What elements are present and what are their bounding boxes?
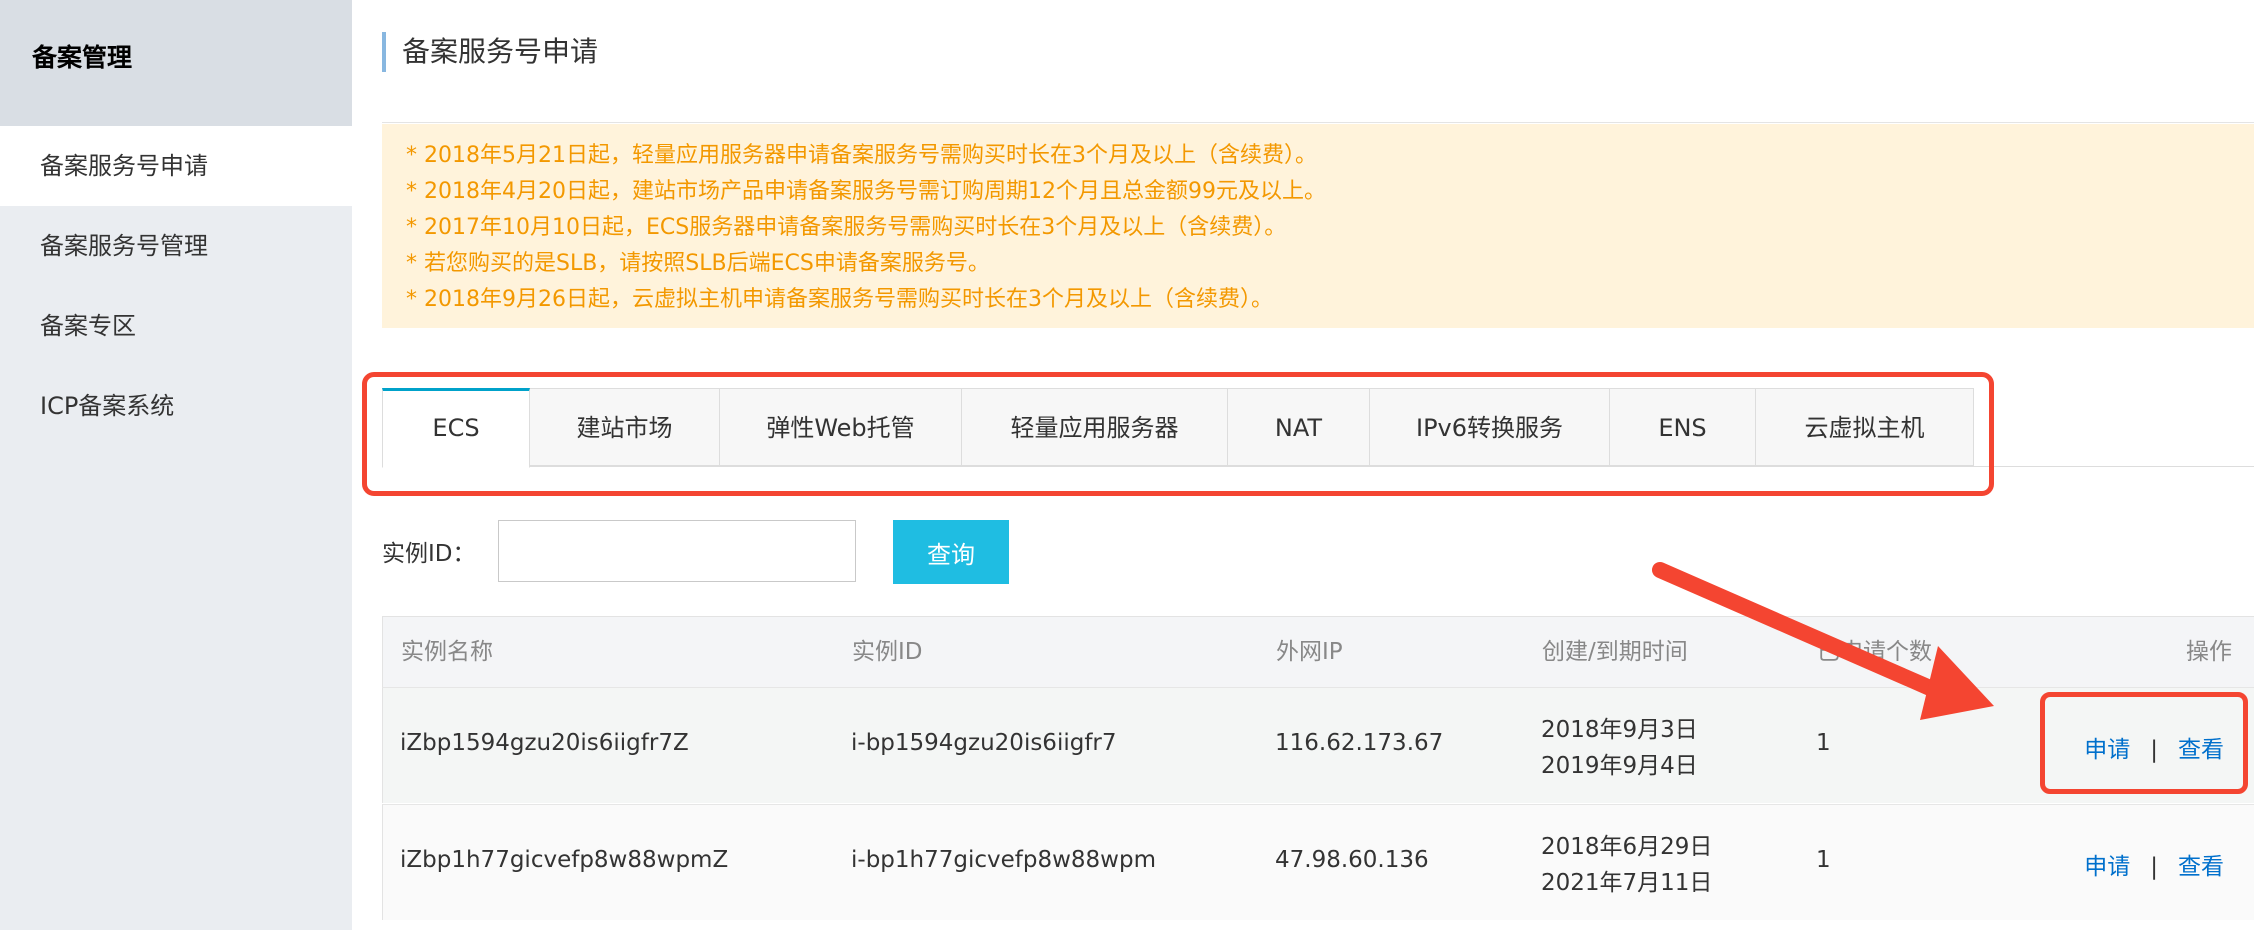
col-public-ip: 外网IP [1276,639,1343,665]
action-separator: | [2150,854,2158,880]
row-actions: 申请 | 查看 [2084,847,2224,881]
notice-box: * 2018年5月21日起，轻量应用服务器申请备案服务号需购买时长在3个月及以上… [382,124,2254,328]
instance-name: iZbp1h77gicvefp8w88wpmZ [400,847,729,873]
tab-ens[interactable]: ENS [1610,388,1756,466]
applied-count: 1 [1816,847,1831,873]
query-button[interactable]: 查询 [893,520,1009,584]
instance-table: 实例名称 实例ID 外网IP 创建/到期时间 已申请个数 操作 iZbp1594… [382,616,2254,920]
apply-link[interactable]: 申请 [2084,854,2130,880]
create-expire-time: 2018年6月29日 2021年7月11日 [1541,829,1712,901]
public-ip: 116.62.173.67 [1275,730,1444,756]
notice-line: * 2018年9月26日起，云虚拟主机申请备案服务号需购买时长在3个月及以上（含… [406,287,1273,312]
instance-name: iZbp1594gzu20is6iigfr7Z [400,730,689,756]
instance-id: i-bp1h77gicvefp8w88wpm [851,847,1156,873]
created-date: 2018年6月29日 [1541,834,1713,860]
apply-link[interactable]: 申请 [2084,737,2130,763]
applied-count: 1 [1816,730,1831,756]
expire-date: 2021年7月11日 [1541,870,1713,896]
tab-nat[interactable]: NAT [1228,388,1370,466]
view-link[interactable]: 查看 [2178,854,2224,880]
sidebar-item-icp-system[interactable]: ICP备案系统 [0,366,352,446]
create-expire-time: 2018年9月3日 2019年9月4日 [1541,712,1698,784]
table-row: iZbp1594gzu20is6iigfr7Z i-bp1594gzu20is6… [382,687,2254,803]
tab-web-hosting[interactable]: 弹性Web托管 [720,388,962,466]
tab-ecs[interactable]: ECS [382,388,530,468]
sidebar-item-beian-zone[interactable]: 备案专区 [0,286,352,366]
table-row: iZbp1h77gicvefp8w88wpmZ i-bp1h77gicvefp8… [382,804,2254,920]
tab-site-market[interactable]: 建站市场 [530,388,720,466]
col-create-expire: 创建/到期时间 [1542,639,1688,665]
action-separator: | [2150,737,2158,763]
page-title: 备案服务号申请 [382,32,598,72]
sidebar-item-beian-service-apply[interactable]: 备案服务号申请 [0,126,352,206]
product-tabs: ECS 建站市场 弹性Web托管 轻量应用服务器 NAT IPv6转换服务 EN… [382,388,1974,468]
instance-id-input[interactable] [498,520,856,582]
notice-line: * 2017年10月10日起，ECS服务器申请备案服务号需购买时长在3个月及以上… [406,215,1287,240]
created-date: 2018年9月3日 [1541,717,1698,743]
divider [382,122,2254,123]
table-header: 实例名称 实例ID 外网IP 创建/到期时间 已申请个数 操作 [382,616,2254,687]
col-instance-name: 实例名称 [401,639,493,665]
notice-line: * 2018年4月20日起，建站市场产品申请备案服务号需订购周期12个月且总金额… [406,179,1326,204]
expire-date: 2019年9月4日 [1541,753,1698,779]
tab-virtual-host[interactable]: 云虚拟主机 [1756,388,1974,466]
view-link[interactable]: 查看 [2178,737,2224,763]
tab-ipv6[interactable]: IPv6转换服务 [1370,388,1610,466]
tab-lightweight-server[interactable]: 轻量应用服务器 [962,388,1228,466]
sidebar: 备案管理 备案服务号申请 备案服务号管理 备案专区 ICP备案系统 [0,0,352,930]
notice-line: * 若您购买的是SLB，请按照SLB后端ECS申请备案服务号。 [406,251,990,276]
instance-id-label: 实例ID： [382,541,476,567]
col-actions: 操作 [2186,639,2232,665]
instance-id: i-bp1594gzu20is6iigfr7 [851,730,1117,756]
sidebar-item-beian-service-manage[interactable]: 备案服务号管理 [0,206,352,286]
sidebar-header: 备案管理 [0,0,352,126]
notice-line: * 2018年5月21日起，轻量应用服务器申请备案服务号需购买时长在3个月及以上… [406,143,1317,168]
sidebar-title: 备案管理 [32,43,133,72]
col-instance-id: 实例ID [852,639,923,665]
col-applied-count: 已申请个数 [1817,639,1932,665]
row-actions: 申请 | 查看 [2084,730,2224,764]
public-ip: 47.98.60.136 [1275,847,1429,873]
